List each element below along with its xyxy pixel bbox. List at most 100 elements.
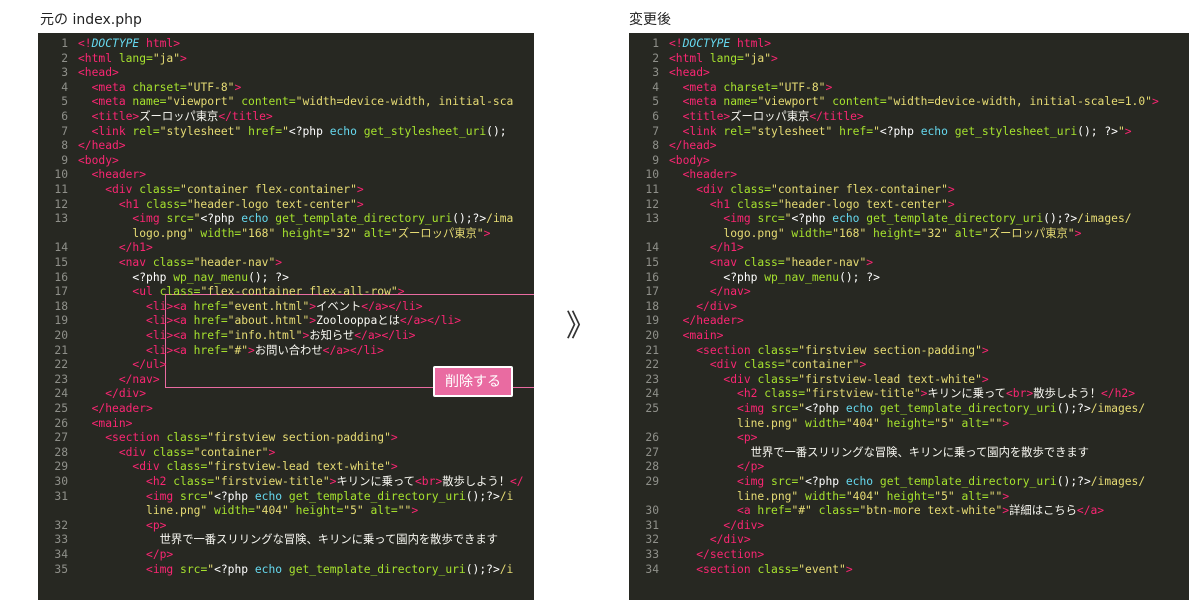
code-text: <head> bbox=[78, 66, 119, 81]
code-token: class= bbox=[757, 387, 806, 401]
code-text: <title>ズーロッパ東京</title> bbox=[78, 110, 273, 125]
code-token: <div bbox=[105, 183, 133, 196]
code-text: <h2 class="firstview-title">キリンに乗って<br>散… bbox=[669, 387, 1135, 402]
code-token: class= bbox=[139, 197, 187, 211]
code-token: href= bbox=[832, 124, 874, 138]
code-token: "viewport" bbox=[757, 95, 826, 109]
code-token: "404" bbox=[845, 416, 880, 430]
code-line: line.png" width="404" height="5" alt=""> bbox=[38, 504, 534, 519]
code-token: > bbox=[1002, 489, 1010, 503]
code-line: 13 <img src="<?php echo get_template_dir… bbox=[629, 212, 1189, 227]
code-token: > bbox=[764, 37, 772, 50]
line-number: 25 bbox=[645, 402, 659, 415]
code-line: 9 <body> bbox=[38, 154, 534, 169]
code-text: <meta name="viewport" content="width=dev… bbox=[78, 95, 514, 110]
code-line: 2 <html lang="ja"> bbox=[629, 52, 1189, 67]
code-token: <h2 bbox=[146, 475, 167, 488]
code-line: 20 <main> bbox=[629, 329, 1189, 344]
code-token: <img bbox=[132, 212, 160, 226]
code-token: </div> bbox=[696, 299, 738, 313]
code-token: echo bbox=[254, 489, 283, 503]
code-token: <?php bbox=[288, 124, 330, 138]
code-token: <h1 bbox=[709, 197, 731, 211]
code-line: line.png" width="404" height="5" alt=""> bbox=[629, 417, 1189, 432]
code-token: <ul bbox=[132, 285, 153, 299]
line-number: 21 bbox=[54, 343, 68, 357]
code-token: html bbox=[730, 37, 765, 50]
code-token: " bbox=[873, 124, 880, 138]
line-number: 4 bbox=[61, 80, 68, 94]
code-token: > bbox=[356, 197, 364, 211]
code-text: </header> bbox=[669, 314, 744, 329]
left-panel-title: 元の index.php bbox=[40, 12, 142, 28]
code-token: </head> bbox=[669, 139, 717, 153]
line-number: 33 bbox=[645, 548, 659, 561]
code-token: get_template_directory_uri bbox=[282, 562, 466, 576]
code-text: </p> bbox=[669, 460, 764, 475]
code-text: <img src="<?php echo get_template_direct… bbox=[669, 402, 1145, 417]
line-number: 7 bbox=[61, 124, 68, 138]
code-text: </div> bbox=[669, 300, 737, 315]
line-number: 9 bbox=[652, 153, 659, 167]
code-token: src= bbox=[173, 489, 208, 503]
line-number: 27 bbox=[54, 431, 68, 445]
code-token: <meta bbox=[91, 80, 126, 94]
line-number: 14 bbox=[645, 241, 659, 255]
code-token: "5" bbox=[934, 489, 955, 503]
code-text: </nav> bbox=[78, 373, 160, 388]
code-text: line.png" width="404" height="5" alt=""> bbox=[78, 504, 418, 519]
code-token: > bbox=[1002, 416, 1010, 430]
code-text: </h1> bbox=[78, 241, 153, 256]
code-token: echo bbox=[832, 212, 860, 226]
code-token: "header-logo text-center" bbox=[186, 197, 357, 211]
code-text: line.png" width="404" height="5" alt=""> bbox=[669, 490, 1009, 505]
code-token: href= bbox=[750, 504, 792, 518]
code-token: class= bbox=[737, 358, 785, 372]
code-line: 3 <head> bbox=[38, 66, 534, 81]
line-number: 17 bbox=[54, 285, 68, 299]
code-token: echo bbox=[920, 124, 948, 138]
code-token: class= bbox=[730, 197, 778, 211]
code-token: > bbox=[234, 80, 242, 94]
code-token: </ bbox=[510, 475, 524, 488]
code-token: html bbox=[139, 37, 174, 50]
code-text: </h1> bbox=[669, 241, 744, 256]
code-token: </ul> bbox=[132, 358, 167, 372]
code-token: "firstview-lead text-white" bbox=[798, 372, 982, 386]
code-line: 32 </div> bbox=[629, 533, 1189, 548]
code-token: "ja" bbox=[152, 51, 181, 65]
code-token: "header-nav" bbox=[784, 256, 867, 269]
code-text: <main> bbox=[669, 329, 724, 344]
code-token: rel= bbox=[125, 124, 160, 138]
code-line: 28 </p> bbox=[629, 460, 1189, 475]
original-code-editor[interactable]: 1 <!DOCTYPE html> 2 <html lang="ja"> 3 <head>… bbox=[38, 33, 534, 600]
code-text: logo.png" width="168" height="32" alt="ズ… bbox=[669, 227, 1081, 242]
code-text: </ul> bbox=[78, 358, 166, 373]
code-token: お知らせ bbox=[309, 329, 355, 342]
code-token: ズーロッパ東京 bbox=[730, 110, 810, 123]
code-token: /ima bbox=[486, 212, 514, 226]
code-token: </div> bbox=[709, 533, 751, 547]
code-token: <nav bbox=[118, 256, 147, 269]
code-token: <img bbox=[737, 475, 765, 488]
code-line: 1 <!DOCTYPE html> bbox=[38, 37, 534, 52]
code-token: <li><a bbox=[146, 343, 187, 357]
modified-code-editor[interactable]: 1 <!DOCTYPE html> 2 <html lang="ja"> 3 <head>… bbox=[629, 33, 1189, 600]
code-token: height= bbox=[866, 226, 921, 240]
line-number: 11 bbox=[54, 183, 68, 196]
code-token: > bbox=[173, 37, 181, 50]
code-text: <div class="container"> bbox=[78, 446, 275, 461]
code-token: "stylesheet" bbox=[159, 124, 242, 138]
